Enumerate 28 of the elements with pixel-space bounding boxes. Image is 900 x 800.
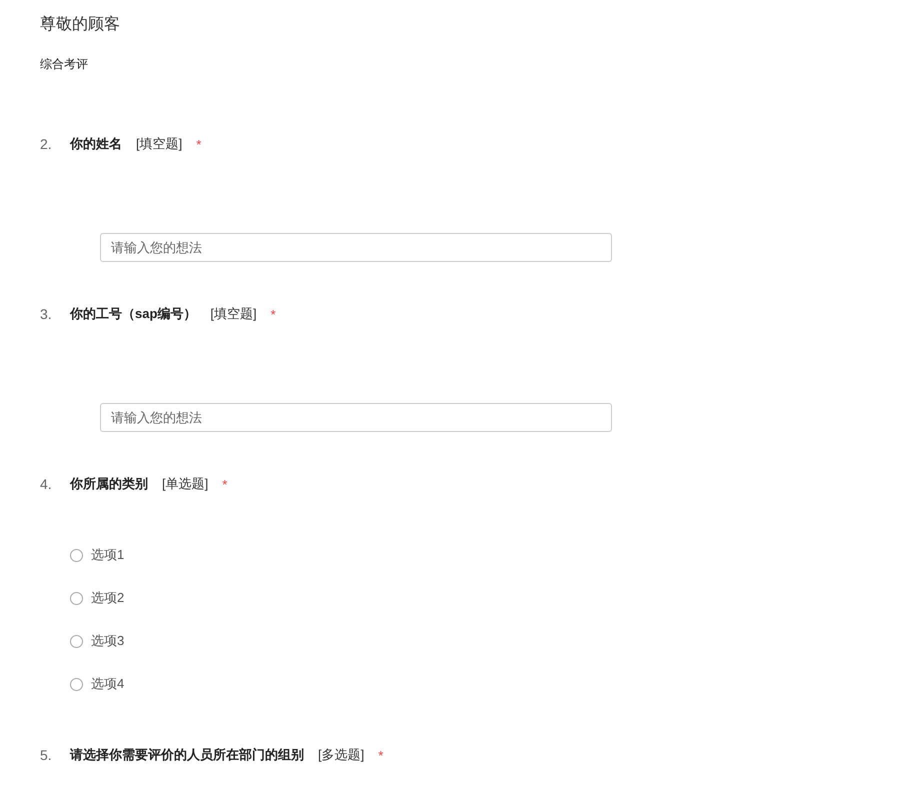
subtitle: 综合考评 — [40, 56, 89, 72]
question-number: 4. — [40, 476, 53, 492]
question-type: [填空题] — [210, 305, 257, 323]
input-field[interactable]: 请输入您的想法 — [100, 233, 612, 262]
option-label[interactable]: 选项4 — [91, 675, 124, 693]
question-number: 5. — [40, 747, 53, 763]
radio-button[interactable] — [70, 548, 83, 562]
question-type: [单选题] — [162, 475, 208, 493]
radio-button[interactable] — [70, 592, 83, 604]
option-label[interactable]: 选项3 — [91, 632, 124, 650]
question-title: 你所属的类别 — [70, 475, 148, 493]
input-field[interactable]: 请输入您的想法 — [100, 403, 612, 432]
question-title: 你的姓名 — [70, 135, 122, 153]
required-mark: * — [222, 476, 228, 492]
radio-button[interactable] — [70, 678, 83, 690]
question-title: 请选择你需要评价的人员所在部门的组别 — [70, 746, 304, 764]
option-label[interactable]: 选项2 — [91, 589, 124, 607]
question-type: [多选题] — [318, 746, 364, 764]
page-title: 尊敬的顾客 — [40, 14, 121, 35]
question-type: [填空题] — [136, 135, 182, 153]
required-mark: * — [196, 136, 202, 152]
required-mark: * — [378, 748, 384, 762]
option-label[interactable]: 选项1 — [91, 546, 124, 564]
question-number: 2. — [40, 136, 53, 152]
required-mark: * — [270, 306, 276, 322]
radio-button[interactable] — [70, 634, 83, 648]
question-number: 3. — [40, 306, 53, 322]
question-title: 你的工号（sap编号） — [70, 305, 196, 323]
